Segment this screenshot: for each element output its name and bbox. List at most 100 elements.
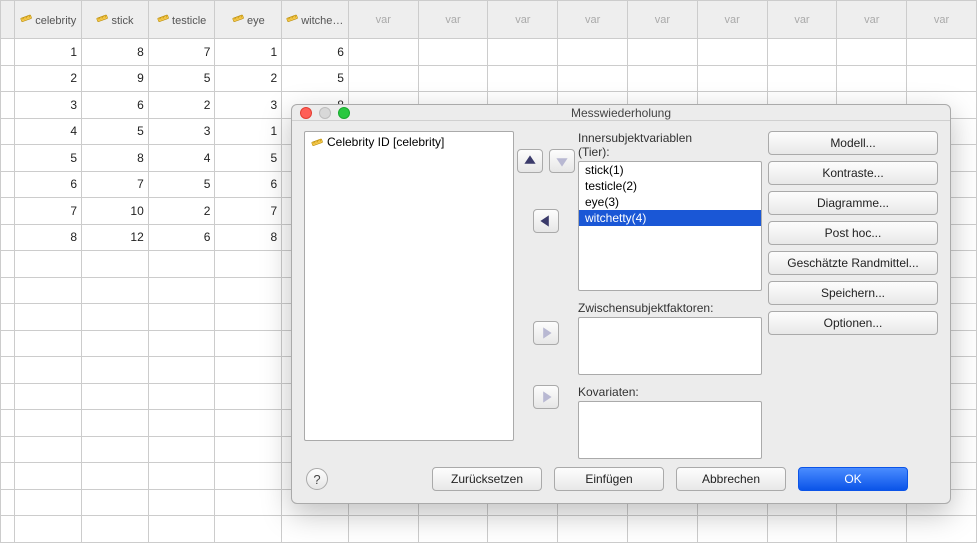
cell[interactable]: 6	[82, 92, 149, 119]
cell-empty[interactable]	[558, 516, 628, 543]
column-header-empty[interactable]: var	[837, 1, 907, 39]
covariate-transfer-button[interactable]	[533, 385, 559, 409]
cell-empty[interactable]	[697, 39, 767, 66]
cell-empty[interactable]	[558, 65, 628, 92]
cell[interactable]	[148, 383, 215, 410]
cell[interactable]: 5	[282, 65, 349, 92]
cell[interactable]	[215, 251, 282, 278]
cell[interactable]: 5	[148, 65, 215, 92]
cell-empty[interactable]	[837, 39, 907, 66]
cell[interactable]: 1	[215, 39, 282, 66]
cell-empty[interactable]	[348, 516, 418, 543]
cell[interactable]	[15, 251, 82, 278]
cell[interactable]: 2	[148, 198, 215, 225]
column-header-empty[interactable]: var	[907, 1, 977, 39]
cell-empty[interactable]	[418, 65, 488, 92]
cell[interactable]: 4	[15, 118, 82, 145]
cell-empty[interactable]	[488, 516, 558, 543]
between-transfer-button[interactable]	[533, 321, 559, 345]
cell[interactable]: 2	[215, 65, 282, 92]
list-item[interactable]: Celebrity ID [celebrity]	[305, 132, 513, 152]
cell[interactable]: 6	[215, 171, 282, 198]
side-button[interactable]: Speichern...	[768, 281, 938, 305]
cell[interactable]	[215, 277, 282, 304]
within-subjects-list[interactable]: stick(1)testicle(2)eye(3)witchetty(4)	[578, 161, 762, 291]
cell-empty[interactable]	[488, 65, 558, 92]
close-icon[interactable]	[300, 107, 312, 119]
cell-empty[interactable]	[837, 65, 907, 92]
cell[interactable]: 3	[215, 92, 282, 119]
column-header[interactable]: stick	[82, 1, 149, 39]
cell[interactable]	[15, 357, 82, 384]
column-header[interactable]: witchetty	[282, 1, 349, 39]
table-row[interactable]: 29525	[1, 65, 977, 92]
cell[interactable]	[82, 330, 149, 357]
cell-empty[interactable]	[697, 65, 767, 92]
cell[interactable]: 12	[82, 224, 149, 251]
side-button[interactable]: Modell...	[768, 131, 938, 155]
cell-empty[interactable]	[628, 39, 698, 66]
cell[interactable]: 9	[82, 65, 149, 92]
side-button[interactable]: Post hoc...	[768, 221, 938, 245]
cell[interactable]: 8	[215, 224, 282, 251]
covariates-list[interactable]	[578, 401, 762, 459]
cell[interactable]	[15, 410, 82, 437]
source-variable-list[interactable]: Celebrity ID [celebrity]	[304, 131, 514, 441]
cell[interactable]	[82, 357, 149, 384]
table-row[interactable]	[1, 516, 977, 543]
cell[interactable]: 7	[82, 171, 149, 198]
side-button[interactable]: Diagramme...	[768, 191, 938, 215]
cell[interactable]	[215, 410, 282, 437]
cell[interactable]	[148, 304, 215, 331]
cell[interactable]	[215, 489, 282, 516]
cell[interactable]	[15, 304, 82, 331]
column-header[interactable]: testicle	[148, 1, 215, 39]
side-button[interactable]: Optionen...	[768, 311, 938, 335]
cell[interactable]	[15, 277, 82, 304]
between-subjects-list[interactable]	[578, 317, 762, 375]
cancel-button[interactable]: Abbrechen	[676, 467, 786, 491]
cell[interactable]: 2	[15, 65, 82, 92]
cell-empty[interactable]	[348, 39, 418, 66]
cell[interactable]	[148, 330, 215, 357]
cell[interactable]: 6	[282, 39, 349, 66]
column-header-empty[interactable]: var	[488, 1, 558, 39]
cell-empty[interactable]	[418, 39, 488, 66]
cell[interactable]	[15, 383, 82, 410]
cell[interactable]	[82, 383, 149, 410]
cell-empty[interactable]	[418, 516, 488, 543]
cell[interactable]	[215, 304, 282, 331]
table-row[interactable]: 18716	[1, 39, 977, 66]
cell-empty[interactable]	[907, 65, 977, 92]
cell-empty[interactable]	[558, 39, 628, 66]
list-item[interactable]: eye(3)	[579, 194, 761, 210]
cell[interactable]	[282, 516, 349, 543]
cell[interactable]	[215, 330, 282, 357]
cell[interactable]: 1	[215, 118, 282, 145]
side-button[interactable]: Kontraste...	[768, 161, 938, 185]
reset-button[interactable]: Zurücksetzen	[432, 467, 542, 491]
cell[interactable]	[15, 516, 82, 543]
cell[interactable]	[215, 463, 282, 490]
cell[interactable]: 3	[15, 92, 82, 119]
cell[interactable]	[82, 463, 149, 490]
column-header-empty[interactable]: var	[348, 1, 418, 39]
cell[interactable]	[15, 330, 82, 357]
cell[interactable]: 7	[15, 198, 82, 225]
cell-empty[interactable]	[767, 65, 837, 92]
column-header[interactable]: eye	[215, 1, 282, 39]
cell-empty[interactable]	[837, 516, 907, 543]
cell[interactable]: 7	[215, 198, 282, 225]
column-header-empty[interactable]: var	[697, 1, 767, 39]
cell[interactable]: 2	[148, 92, 215, 119]
cell[interactable]: 4	[148, 145, 215, 172]
cell[interactable]: 3	[148, 118, 215, 145]
zoom-icon[interactable]	[338, 107, 350, 119]
list-item[interactable]: witchetty(4)	[579, 210, 761, 226]
cell-empty[interactable]	[907, 39, 977, 66]
cell[interactable]	[148, 251, 215, 278]
cell[interactable]	[82, 516, 149, 543]
cell-empty[interactable]	[767, 516, 837, 543]
cell[interactable]	[15, 436, 82, 463]
cell[interactable]: 5	[15, 145, 82, 172]
